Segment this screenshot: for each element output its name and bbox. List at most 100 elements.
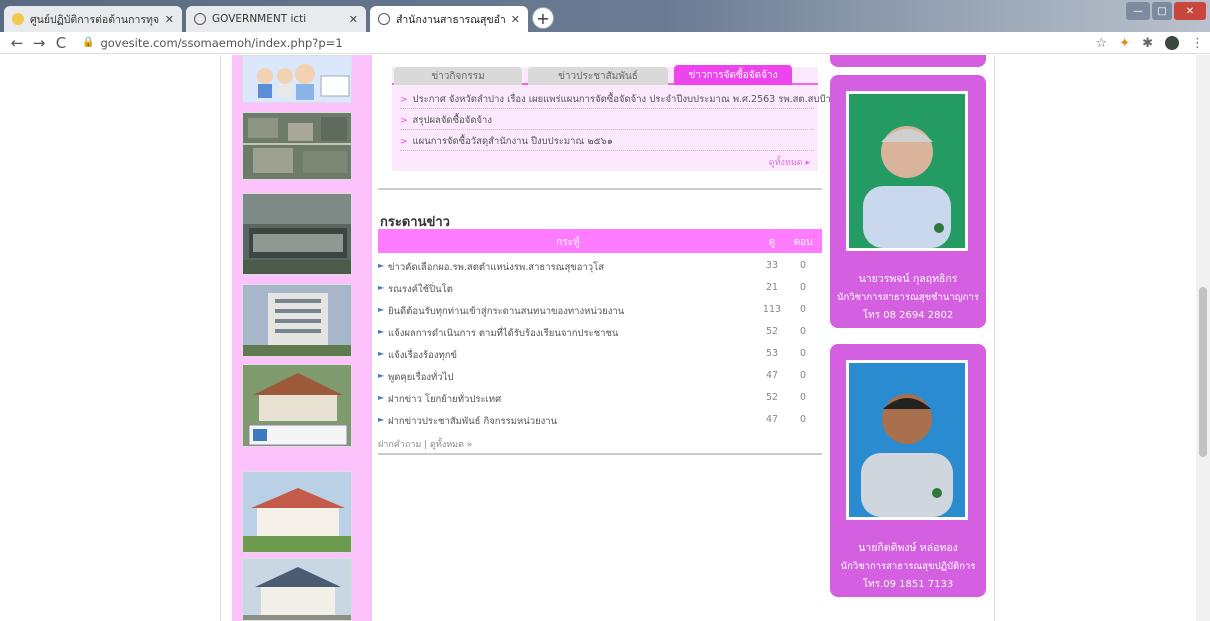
- page-scrollbar[interactable]: [1196, 55, 1210, 621]
- table-row[interactable]: ► พูดคุยเรื่องทั่วไป 47 0: [378, 365, 822, 387]
- arrow-bullet-icon: ►: [378, 305, 385, 314]
- page-body: ข่าวกิจกรรม ข่าวประชาสัมพันธ์ ข่าวการจัด…: [0, 55, 1210, 621]
- address-bar[interactable]: 🔒 govesite.com/ssomaemoh/index.php?p=1: [82, 36, 343, 50]
- news-tabs-panel: ข่าวกิจกรรม ข่าวประชาสัมพันธ์ ข่าวการจัด…: [392, 65, 837, 171]
- views-count: 113: [762, 304, 782, 315]
- replies-count: 0: [799, 326, 807, 337]
- cartoon-banner-image[interactable]: [242, 55, 352, 103]
- aerial-city-image[interactable]: [242, 112, 352, 180]
- divider: [400, 150, 814, 151]
- webboard-header: กระทู้ ดู ตอบ: [378, 229, 822, 253]
- column-replies: ตอบ: [793, 237, 813, 248]
- tab-title: ศูนย์ปฏิบัติการต่อต้านการทุจริต กระทร: [30, 13, 159, 26]
- views-count: 47: [765, 414, 779, 425]
- browser-tab-strip: ศูนย์ปฏิบัติการต่อต้านการทุจริต กระทร ✕ …: [0, 0, 1210, 32]
- browser-tab-3[interactable]: สำนักงานสาธารณสุขอำเภอแม่เมาะ wi ✕: [370, 6, 528, 32]
- views-count: 21: [765, 282, 779, 293]
- health-center-image[interactable]: [242, 471, 352, 553]
- minimize-button[interactable]: —: [1126, 2, 1150, 20]
- replies-count: 0: [799, 348, 807, 359]
- main-content: ข่าวกิจกรรม ข่าวประชาสัมพันธ์ ข่าวการจัด…: [378, 55, 837, 621]
- profile-name: นายกิตติพงษ์ หล่อทอง: [858, 542, 958, 554]
- url-text: govesite.com/ssomaemoh/index.php?p=1: [100, 35, 343, 50]
- close-window-button[interactable]: ✕: [1174, 2, 1206, 20]
- topic-link[interactable]: แจ้งเรื่องร้องทุกข์: [388, 348, 457, 363]
- divider: [400, 129, 814, 130]
- extension-icon[interactable]: ✦: [1119, 36, 1130, 51]
- table-row[interactable]: ► ฝากข่าวประชาสัมพันธ์ กิจกรรมหน่วยงาน 47 0: [378, 409, 822, 431]
- replies-count: 0: [799, 282, 807, 293]
- close-icon[interactable]: ✕: [165, 13, 174, 26]
- reload-button[interactable]: C: [50, 34, 72, 52]
- browser-tab-2[interactable]: GOVERNMENT icti ✕: [186, 6, 366, 32]
- profile-role: นักวิชาการสาธารณสุขชำนาญการ: [837, 292, 979, 303]
- tab-title: GOVERNMENT icti: [212, 13, 307, 25]
- arrow-bullet-icon: >: [400, 115, 408, 126]
- topic-link[interactable]: ฝากข่าวประชาสัมพันธ์ กิจกรรมหน่วยงาน: [388, 414, 557, 429]
- forward-button[interactable]: →: [28, 34, 50, 52]
- view-all-link[interactable]: ดูทั้งหมด ▸: [769, 155, 810, 169]
- table-row[interactable]: ► แจ้งเรื่องร้องทุกข์ 53 0: [378, 343, 822, 365]
- close-icon[interactable]: ✕: [349, 13, 358, 26]
- news-item[interactable]: > แผนการจัดซื้อวัสดุสำนักงาน ปีงบประมาณ …: [400, 134, 613, 149]
- news-tabs: ข่าวกิจกรรม ข่าวประชาสัมพันธ์ ข่าวการจัด…: [392, 65, 818, 85]
- profile-name: นายวรพจน์ กุลฤทธิกร: [858, 273, 958, 285]
- menu-icon[interactable]: ⋮: [1191, 36, 1204, 51]
- divider: [400, 108, 814, 109]
- topic-link[interactable]: ข่าวคัดเลือกผอ.รพ.สตตำแหน่งรพ.สาธารณสุขอ…: [388, 260, 604, 275]
- news-item[interactable]: > ประกาศ จังหวัดลำปาง เรื่อง เผยแพร่แผนก…: [400, 92, 837, 107]
- profile-photo: [846, 360, 968, 520]
- office-building-image[interactable]: [242, 284, 352, 357]
- table-row[interactable]: ► ข่าวคัดเลือกผอ.รพ.สตตำแหน่งรพ.สาธารณสุข…: [378, 255, 822, 277]
- topic-link[interactable]: รณรงค์ใช้ปิ่นโต: [388, 282, 453, 297]
- close-icon[interactable]: ✕: [511, 13, 520, 26]
- tab-procurement[interactable]: ข่าวการจัดซื้อจัดจ้าง: [674, 65, 792, 85]
- profile-card-top: [830, 55, 986, 67]
- topic-link[interactable]: ยินดีต้อนรับทุกท่านเข้าสู่กระดานสนทนาของ…: [388, 304, 624, 319]
- left-sidebar: [232, 55, 372, 621]
- small-building-image[interactable]: [242, 558, 352, 621]
- puzzle-icon[interactable]: ✱: [1142, 36, 1153, 51]
- views-count: 53: [765, 348, 779, 359]
- profile-role: นักวิชาการสาธารณสุขปฏิบัติการ: [840, 561, 976, 572]
- table-row[interactable]: ► แจ้งผลการดำเนินการ ตามที่ได้รับร้องเรีย…: [378, 321, 822, 343]
- section-divider: [378, 188, 822, 190]
- site-icon: [12, 13, 24, 25]
- views-count: 52: [765, 392, 779, 403]
- ministry-sign-image[interactable]: [242, 193, 352, 275]
- arrow-bullet-icon: ►: [378, 371, 385, 380]
- profile-phone: โทร 08 2694 2802: [862, 310, 954, 321]
- browser-tab-1[interactable]: ศูนย์ปฏิบัติการต่อต้านการทุจริต กระทร ✕: [4, 6, 182, 32]
- table-row[interactable]: ► ฝากข่าว โยกย้ายทั่วประเทศ 52 0: [378, 387, 822, 409]
- arrow-bullet-icon: ►: [378, 393, 385, 402]
- table-row[interactable]: ► รณรงค์ใช้ปิ่นโต 21 0: [378, 277, 822, 299]
- health-office-image[interactable]: [242, 364, 352, 447]
- arrow-bullet-icon: ►: [378, 283, 385, 292]
- profile-icon[interactable]: [1165, 36, 1179, 50]
- tab-activities[interactable]: ข่าวกิจกรรม: [394, 67, 522, 85]
- table-row[interactable]: ► ยินดีต้อนรับทุกท่านเข้าสู่กระดานสนทนาขอ…: [378, 299, 822, 321]
- views-count: 47: [765, 370, 779, 381]
- new-tab-button[interactable]: +: [532, 7, 554, 29]
- back-button[interactable]: ←: [6, 34, 28, 52]
- scrollbar-thumb[interactable]: [1199, 287, 1207, 457]
- topic-link[interactable]: ฝากข่าว โยกย้ายทั่วประเทศ: [388, 392, 501, 407]
- topic-link[interactable]: พูดคุยเรื่องทั่วไป: [388, 370, 453, 385]
- views-count: 33: [765, 260, 779, 271]
- views-count: 52: [765, 326, 779, 337]
- arrow-bullet-icon: ►: [378, 349, 385, 358]
- tab-announcements[interactable]: ข่าวประชาสัมพันธ์: [528, 67, 668, 85]
- maximize-button[interactable]: □: [1152, 2, 1172, 20]
- news-item[interactable]: > สรุปผลจัดซื้อจัดจ้าง: [400, 113, 492, 128]
- webboard-footer[interactable]: ฝากคำถาม | ดูทั้งหมด »: [378, 437, 472, 451]
- replies-count: 0: [799, 392, 807, 403]
- replies-count: 0: [799, 304, 807, 315]
- right-sidebar: นายวรพจน์ กุลฤทธิกร นักวิชาการสาธารณสุขช…: [828, 55, 988, 621]
- news-item-text: ประกาศ จังหวัดลำปาง เรื่อง เผยแพร่แผนการ…: [412, 94, 837, 105]
- arrow-bullet-icon: >: [400, 94, 408, 105]
- profile-card: นายวรพจน์ กุลฤทธิกร นักวิชาการสาธารณสุขช…: [830, 75, 986, 328]
- column-views: ดู: [768, 237, 776, 248]
- topic-link[interactable]: แจ้งผลการดำเนินการ ตามที่ได้รับร้องเรียน…: [388, 326, 618, 341]
- lock-icon: 🔒: [82, 37, 95, 48]
- star-icon[interactable]: ☆: [1096, 36, 1108, 51]
